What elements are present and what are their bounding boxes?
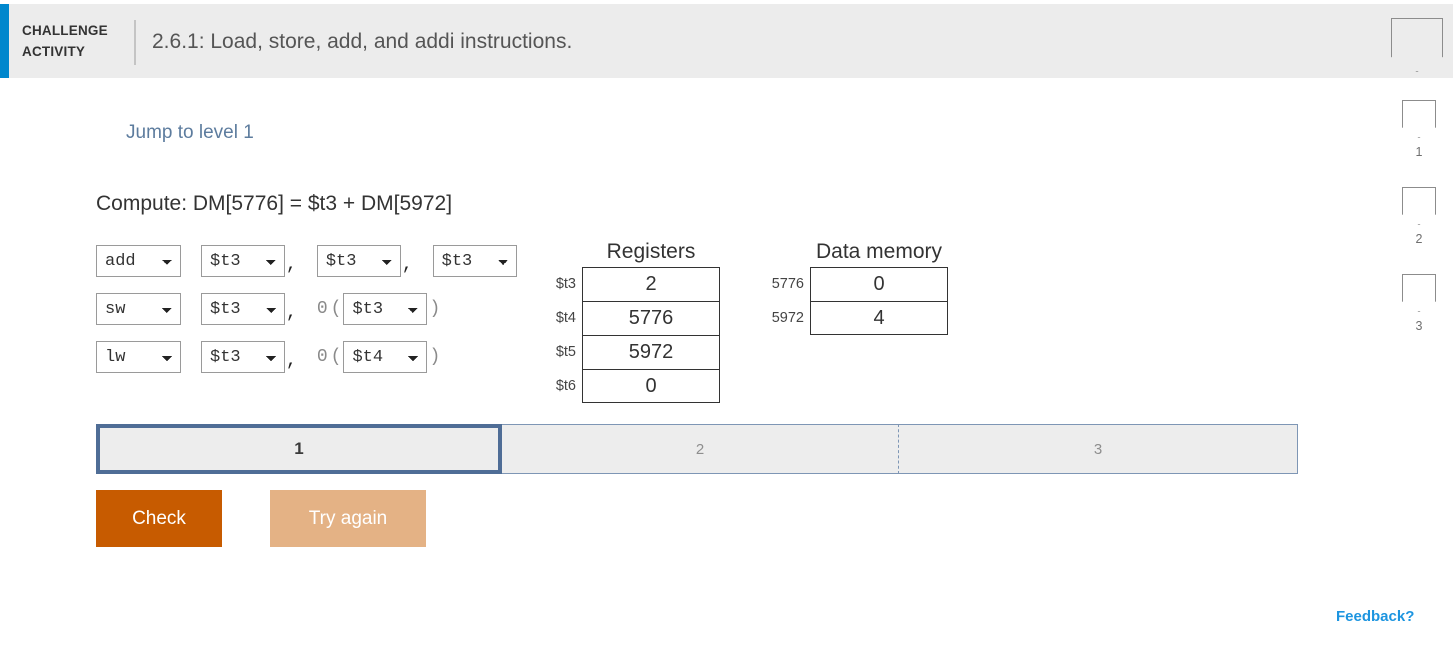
data-memory-table: Data memory 5776 0 5972 4 bbox=[760, 240, 948, 335]
table-row: 5972 4 bbox=[760, 301, 948, 335]
feedback-link[interactable]: Feedback? bbox=[1336, 608, 1414, 625]
register-select-2-rt[interactable]: $t3$t4$t5$t6 bbox=[201, 293, 285, 325]
comma-separator: , bbox=[401, 255, 413, 275]
comma-separator: , bbox=[286, 255, 297, 275]
register-name: $t3 bbox=[555, 276, 576, 292]
register-name: $t5 bbox=[555, 344, 576, 360]
level-progress-bar: 1 2 3 bbox=[96, 424, 1298, 474]
table-row: 5776 0 bbox=[760, 267, 948, 301]
registers-table: Registers $t3 2 $t4 5776 $t5 5972 $t6 0 bbox=[542, 240, 720, 403]
register-name: $t6 bbox=[555, 378, 576, 394]
memory-address: 5972 bbox=[771, 310, 804, 326]
activity-header: CHALLENGE ACTIVITY 2.6.1: Load, store, a… bbox=[0, 4, 1453, 78]
header-bookmark-icon[interactable] bbox=[1391, 18, 1443, 72]
paren-close-2: ) bbox=[429, 299, 441, 319]
instruction-editor: addaddilwsw $t3$t4$t5$t6 , $t3$t4$t5$t6 … bbox=[96, 244, 517, 388]
memory-value: 4 bbox=[810, 301, 948, 335]
register-value: 5972 bbox=[582, 335, 720, 369]
memory-value: 0 bbox=[810, 267, 948, 301]
opcode-select-3[interactable]: addaddilwsw bbox=[96, 341, 181, 373]
check-button[interactable]: Check bbox=[96, 490, 222, 547]
level-bookmark-label: 1 bbox=[1415, 145, 1423, 159]
registers-table-title: Registers bbox=[606, 240, 696, 263]
challenge-activity-badge: CHALLENGE ACTIVITY bbox=[22, 20, 122, 62]
paren-open-2: ( bbox=[330, 299, 342, 319]
instruction-row-1: addaddilwsw $t3$t4$t5$t6 , $t3$t4$t5$t6 … bbox=[96, 244, 517, 278]
page-title: 2.6.1: Load, store, add, and addi instru… bbox=[152, 30, 573, 53]
register-select-1-rs[interactable]: $t3$t4$t5$t6 bbox=[316, 245, 401, 277]
header-divider bbox=[134, 20, 136, 65]
level-bookmark-label: 3 bbox=[1415, 319, 1423, 333]
memory-address: 5776 bbox=[771, 276, 804, 292]
offset-value-2: 0 bbox=[316, 299, 328, 319]
register-select-1-rd[interactable]: $t3$t4$t5$t6 bbox=[201, 245, 285, 277]
challenge-activity-badge-line1: CHALLENGE bbox=[22, 23, 108, 38]
register-value: 5776 bbox=[582, 301, 720, 335]
level-bookmark-3[interactable]: 3 bbox=[1399, 274, 1439, 333]
paren-open-3: ( bbox=[330, 347, 342, 367]
level-bookmark-rail: 1 2 3 bbox=[1399, 100, 1439, 361]
bookmark-icon bbox=[1402, 187, 1436, 225]
register-select-3-base[interactable]: $t3$t4$t5$t6 bbox=[343, 341, 428, 373]
challenge-activity-page: CHALLENGE ACTIVITY 2.6.1: Load, store, a… bbox=[0, 0, 1453, 645]
level-bookmark-1[interactable]: 1 bbox=[1399, 100, 1439, 159]
instruction-row-3: addaddilwsw $t3$t4$t5$t6 , 0 ( $t3$t4$t5… bbox=[96, 340, 517, 374]
comma-separator: , bbox=[286, 303, 297, 323]
bookmark-icon bbox=[1402, 100, 1436, 138]
bookmark-icon bbox=[1391, 18, 1443, 72]
paren-close-3: ) bbox=[429, 347, 441, 367]
level-bookmark-label: 2 bbox=[1415, 232, 1423, 246]
data-memory-table-title: Data memory bbox=[815, 240, 943, 263]
comma-separator: , bbox=[286, 351, 297, 371]
register-value: 0 bbox=[582, 369, 720, 403]
progress-step-1[interactable]: 1 bbox=[96, 424, 502, 474]
register-select-1-rt[interactable]: $t3$t4$t5$t6 bbox=[432, 245, 517, 277]
register-name: $t4 bbox=[555, 310, 576, 326]
instruction-row-2: addaddilwsw $t3$t4$t5$t6 , 0 ( $t3$t4$t5… bbox=[96, 292, 517, 326]
register-select-2-base[interactable]: $t3$t4$t5$t6 bbox=[343, 293, 428, 325]
try-again-button[interactable]: Try again bbox=[270, 490, 426, 547]
table-row: $t4 5776 bbox=[542, 301, 720, 335]
progress-step-2[interactable]: 2 bbox=[502, 424, 898, 474]
register-select-3-rt[interactable]: $t3$t4$t5$t6 bbox=[201, 341, 285, 373]
jump-to-level-link[interactable]: Jump to level 1 bbox=[126, 122, 254, 144]
opcode-select-2[interactable]: addaddilwsw bbox=[96, 293, 181, 325]
table-row: $t3 2 bbox=[542, 267, 720, 301]
offset-value-3: 0 bbox=[316, 347, 328, 367]
action-buttons: Check Try again bbox=[96, 490, 426, 547]
table-row: $t6 0 bbox=[542, 369, 720, 403]
progress-step-3[interactable]: 3 bbox=[898, 424, 1298, 474]
opcode-select-1[interactable]: addaddilwsw bbox=[96, 245, 181, 277]
challenge-activity-badge-line2: ACTIVITY bbox=[22, 44, 86, 59]
compute-prompt: Compute: DM[5776] = $t3 + DM[5972] bbox=[96, 192, 453, 215]
bookmark-icon bbox=[1402, 274, 1436, 312]
level-bookmark-2[interactable]: 2 bbox=[1399, 187, 1439, 246]
header-accent-bar bbox=[0, 4, 9, 78]
register-value: 2 bbox=[582, 267, 720, 301]
table-row: $t5 5972 bbox=[542, 335, 720, 369]
